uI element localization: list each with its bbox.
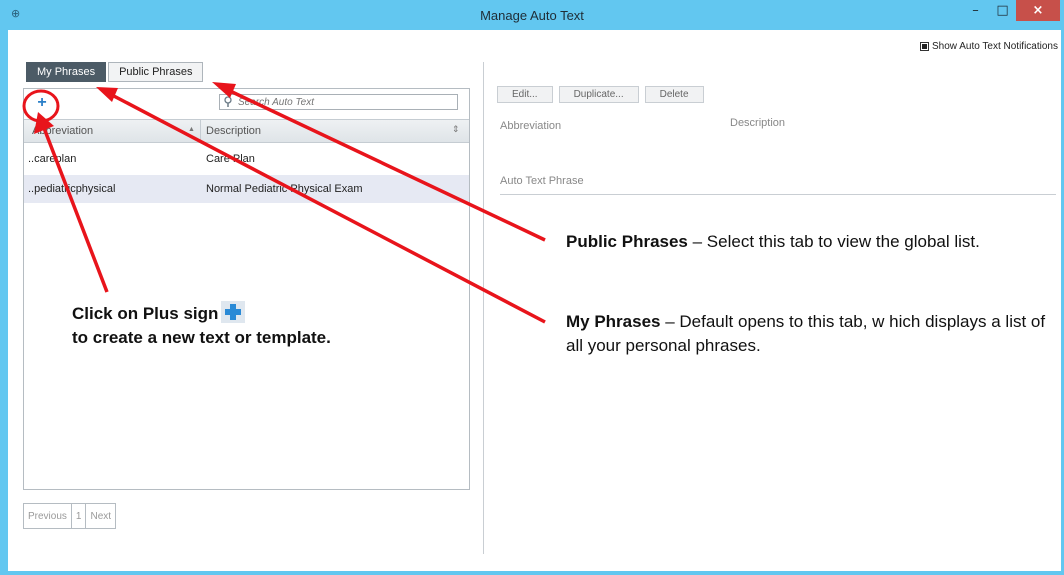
show-notifications-toggle[interactable]: Show Auto Text Notifications xyxy=(920,41,1058,52)
page-number[interactable]: 1 xyxy=(72,504,87,528)
phrase-list-panel: + Abbreviation ▲ Description ⇕ ..carepla… xyxy=(23,88,470,490)
search-box[interactable] xyxy=(219,94,458,110)
table-row[interactable]: ..careplan Care Plan xyxy=(24,145,469,173)
window-frame-left xyxy=(0,30,8,575)
phrase-tabs: My Phrases Public Phrases xyxy=(26,62,205,82)
sort-ascending-icon[interactable]: ▲ xyxy=(188,126,195,133)
public-note-title: Public Phrases xyxy=(566,232,688,251)
sort-toggle-icon[interactable]: ⇕ xyxy=(452,124,460,135)
row-abbreviation: ..pediatricphysical xyxy=(28,183,116,195)
search-icon xyxy=(224,96,232,107)
table-row[interactable]: ..pediatricphysical Normal Pediatric Phy… xyxy=(24,175,469,203)
window-title: Manage Auto Text xyxy=(480,8,584,23)
my-note-title: My Phrases xyxy=(566,312,661,331)
pager: Previous 1 Next xyxy=(23,503,117,529)
description-column-header[interactable]: Description xyxy=(206,125,261,137)
my-phrases-note: My Phrases – Default opens to this tab, … xyxy=(566,310,1046,358)
abbreviation-label: Abbreviation xyxy=(500,120,562,132)
plus-note-line2: to create a new text or template. xyxy=(72,328,331,347)
window-frame-bottom xyxy=(0,571,1064,575)
list-toolbar: + xyxy=(24,89,469,119)
row-description: Care Plan xyxy=(206,153,255,165)
delete-button[interactable]: Delete xyxy=(644,86,704,103)
description-label: Description xyxy=(730,117,786,129)
detail-toolbar: Edit... Duplicate... Delete xyxy=(497,86,704,103)
plus-sign-icon xyxy=(221,301,246,323)
window-controls: – □ × xyxy=(962,0,1060,21)
duplicate-button[interactable]: Duplicate... xyxy=(558,86,639,103)
public-phrases-note: Public Phrases – Select this tab to view… xyxy=(566,230,1046,254)
auto-text-phrase-label: Auto Text Phrase xyxy=(500,175,584,187)
tab-public-phrases[interactable]: Public Phrases xyxy=(108,62,204,82)
title-bar: ⊕ Manage Auto Text – □ × xyxy=(0,0,1064,30)
tab-my-phrases[interactable]: My Phrases xyxy=(26,62,107,82)
notifications-checkbox[interactable] xyxy=(920,42,929,51)
phrase-divider xyxy=(500,194,1056,195)
search-input[interactable] xyxy=(238,95,448,109)
column-header: Abbreviation ▲ Description ⇕ xyxy=(24,119,469,143)
maximize-button[interactable]: □ xyxy=(989,0,1016,21)
plus-instruction-note: Click on Plus sign to create a new text … xyxy=(72,301,362,350)
public-note-text: – Select this tab to view the global lis… xyxy=(687,232,980,251)
close-button[interactable]: × xyxy=(1016,0,1060,21)
previous-page-button[interactable]: Previous xyxy=(24,504,72,528)
add-phrase-button[interactable]: + xyxy=(34,95,50,111)
minimize-button[interactable]: – xyxy=(962,0,989,21)
row-description: Normal Pediatric Physical Exam xyxy=(206,183,363,195)
check-mark-icon xyxy=(922,44,927,49)
edit-button[interactable]: Edit... xyxy=(497,86,553,103)
notifications-label: Show Auto Text Notifications xyxy=(932,41,1058,52)
panel-divider xyxy=(483,62,484,554)
row-abbreviation: ..careplan xyxy=(28,153,77,165)
plus-note-line1: Click on Plus sign xyxy=(72,304,219,323)
column-divider[interactable] xyxy=(200,120,201,142)
next-page-button[interactable]: Next xyxy=(86,504,115,528)
abbreviation-column-header[interactable]: Abbreviation xyxy=(32,125,93,137)
